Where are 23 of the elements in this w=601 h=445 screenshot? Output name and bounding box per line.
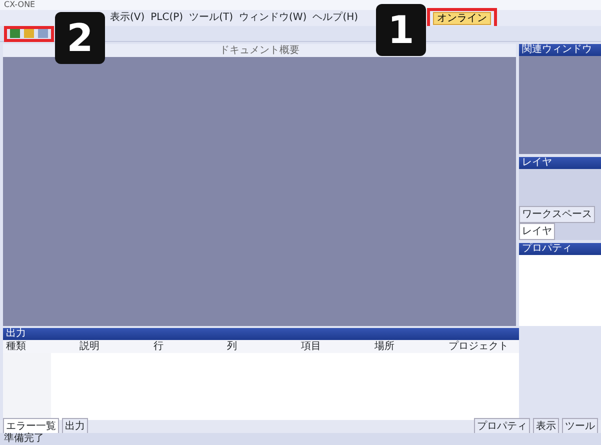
panel-title: 出力: [3, 328, 519, 340]
column-header[interactable]: 列: [224, 340, 298, 353]
column-header[interactable]: プロジェクト: [445, 340, 520, 353]
menu-item[interactable]: 表示(V): [110, 11, 145, 25]
column-header[interactable]: 種類: [3, 340, 77, 353]
column-header[interactable]: 場所: [372, 340, 446, 353]
callout-number: 1: [376, 4, 426, 56]
panel-title: プロパティ: [519, 243, 601, 255]
online-button[interactable]: オンライン: [433, 12, 491, 24]
menu-item[interactable]: ウィンドウ(W): [239, 11, 307, 25]
menu-item[interactable]: PLC(P): [150, 11, 184, 25]
panel-tab[interactable]: レイヤ: [519, 223, 555, 240]
menu-item[interactable]: ツール(T): [189, 11, 233, 25]
column-header[interactable]: 説明: [76, 340, 150, 353]
column-header[interactable]: 項目: [298, 340, 372, 353]
column-header[interactable]: 行: [150, 340, 224, 353]
status-text: 準備完了: [0, 433, 601, 445]
menu-item[interactable]: ヘルプ(H): [312, 11, 358, 25]
panel-title: 関連ウィンドウ: [519, 44, 601, 56]
callout-number: 2: [55, 12, 105, 64]
panel-tab[interactable]: ワークスペース: [519, 206, 595, 223]
window-title: CX-ONE: [0, 0, 601, 10]
panel-title: レイヤ: [519, 157, 601, 169]
